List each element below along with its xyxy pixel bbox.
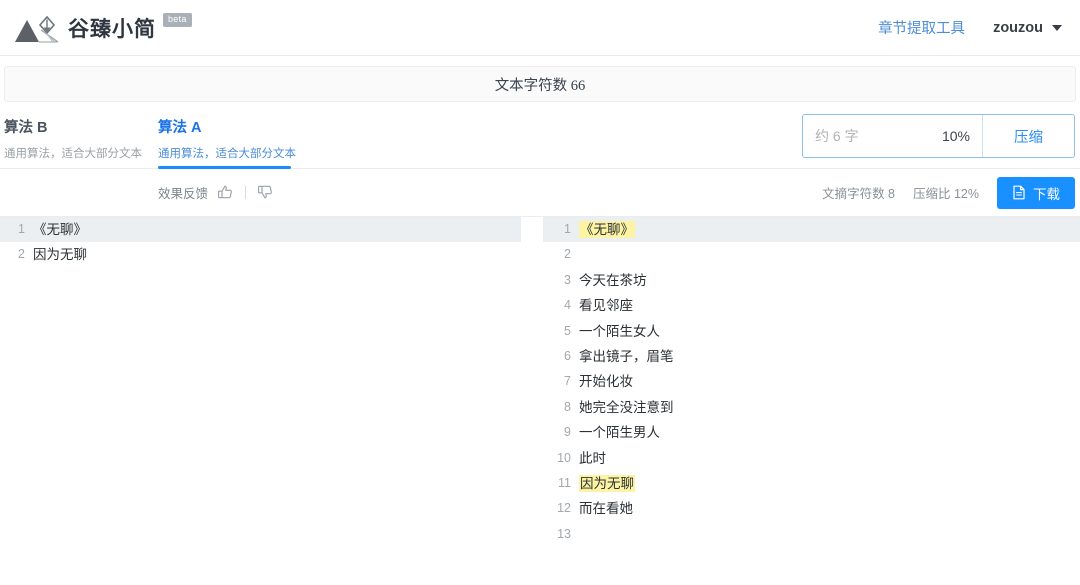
line-number: 11 <box>543 471 579 496</box>
chapter-extract-tool-link[interactable]: 章节提取工具 <box>878 17 965 38</box>
tab-algorithm-b-title: 算法 B <box>4 116 158 137</box>
compression-ratio-value: 10% <box>942 128 970 144</box>
line-text: 拿出镜子，眉笔 <box>579 344 674 369</box>
line-number: 10 <box>543 446 579 471</box>
code-line[interactable]: 10此时 <box>543 446 1080 471</box>
line-text: 一个陌生男人 <box>579 420 660 445</box>
editor-panes: 1《无聊》2因为无聊 1《无聊》23今天在茶坊4看见邻座5一个陌生女人6拿出镜子… <box>0 217 1080 562</box>
line-text: 今天在茶坊 <box>579 268 647 293</box>
source-line-list: 1《无聊》2因为无聊 <box>0 217 521 268</box>
line-number: 13 <box>543 522 579 547</box>
line-number: 8 <box>543 395 579 420</box>
summary-line-list: 1《无聊》23今天在茶坊4看见邻座5一个陌生女人6拿出镜子，眉笔7开始化妆8她完… <box>543 217 1080 547</box>
line-text: 因为无聊 <box>33 242 87 267</box>
line-text: 《无聊》 <box>33 217 87 242</box>
line-text: 看见邻座 <box>579 293 633 318</box>
text-count-bar-wrap: 文本字符数 66 <box>0 56 1080 102</box>
line-number: 1 <box>543 217 579 242</box>
line-text: 《无聊》 <box>579 217 635 242</box>
line-number: 2 <box>543 242 579 267</box>
feedback-divider <box>245 186 246 199</box>
user-menu[interactable]: zouzou <box>993 20 1062 36</box>
line-number: 2 <box>0 242 33 267</box>
line-text: 因为无聊 <box>579 471 635 496</box>
app-header: 谷臻小简 beta 章节提取工具 zouzou <box>0 0 1080 56</box>
download-button[interactable]: 下载 <box>997 177 1075 209</box>
mountain-pen-logo-icon <box>14 11 60 45</box>
brand-name: 谷臻小简 <box>68 13 156 43</box>
thumb-down-icon[interactable] <box>257 184 274 201</box>
line-number: 5 <box>543 319 579 344</box>
abstract-char-count: 文摘字符数 8 <box>822 183 895 202</box>
download-button-label: 下载 <box>1033 183 1060 203</box>
code-line[interactable]: 12而在看她 <box>543 496 1080 521</box>
thumb-up-icon[interactable] <box>217 184 234 201</box>
tab-algorithm-a-subtitle: 通用算法，适合大部分文本 <box>158 145 316 161</box>
source-text-pane[interactable]: 1《无聊》2因为无聊 <box>0 217 521 562</box>
line-number: 7 <box>543 369 579 394</box>
code-line[interactable]: 1《无聊》 <box>543 217 1080 242</box>
compression-ratio-placeholder: 约 6 字 <box>815 126 859 146</box>
highlighted-text: 因为无聊 <box>579 475 635 492</box>
tab-algorithm-a-title: 算法 A <box>158 116 316 137</box>
beta-badge: beta <box>163 13 192 27</box>
header-right: 章节提取工具 zouzou <box>878 17 1062 38</box>
code-line[interactable]: 11因为无聊 <box>543 471 1080 496</box>
code-line[interactable]: 2因为无聊 <box>0 242 521 267</box>
line-number: 6 <box>543 344 579 369</box>
brand: 谷臻小简 beta <box>14 11 192 45</box>
pane-divider <box>521 217 543 562</box>
tab-algorithm-b-subtitle: 通用算法，适合大部分文本 <box>4 145 158 161</box>
line-number: 1 <box>0 217 33 242</box>
action-row-right: 文摘字符数 8 压缩比 12% 下载 <box>822 177 1075 209</box>
document-icon <box>1012 185 1026 200</box>
feedback-label: 效果反馈 <box>158 183 208 202</box>
code-line[interactable]: 9一个陌生男人 <box>543 420 1080 445</box>
compression-ratio-stat: 压缩比 12% <box>913 183 979 202</box>
line-text: 此时 <box>579 446 606 471</box>
code-line[interactable]: 7开始化妆 <box>543 369 1080 394</box>
code-line[interactable]: 4看见邻座 <box>543 293 1080 318</box>
chevron-down-icon <box>1052 25 1062 31</box>
line-number: 3 <box>543 268 579 293</box>
user-name: zouzou <box>993 20 1043 36</box>
algorithm-tabs-row: 算法 B 通用算法，适合大部分文本 算法 A 通用算法，适合大部分文本 约 6 … <box>0 102 1080 169</box>
line-number: 12 <box>543 496 579 521</box>
code-line[interactable]: 1《无聊》 <box>0 217 521 242</box>
line-text: 她完全没注意到 <box>579 395 674 420</box>
code-line[interactable]: 6拿出镜子，眉笔 <box>543 344 1080 369</box>
code-line[interactable]: 3今天在茶坊 <box>543 268 1080 293</box>
line-number: 4 <box>543 293 579 318</box>
feedback-group: 效果反馈 <box>158 183 274 202</box>
action-row: 效果反馈 文摘字符数 8 压缩比 12% <box>0 169 1080 217</box>
tab-algorithm-b[interactable]: 算法 B 通用算法，适合大部分文本 <box>0 116 158 169</box>
summary-text-pane[interactable]: 1《无聊》23今天在茶坊4看见邻座5一个陌生女人6拿出镜子，眉笔7开始化妆8她完… <box>543 217 1080 562</box>
line-text: 开始化妆 <box>579 369 633 394</box>
code-line[interactable]: 5一个陌生女人 <box>543 319 1080 344</box>
compress-button[interactable]: 压缩 <box>982 115 1074 157</box>
compression-ratio-group: 约 6 字 10% 压缩 <box>802 114 1075 158</box>
line-text: 而在看她 <box>579 496 633 521</box>
text-count-bar: 文本字符数 66 <box>4 66 1076 102</box>
code-line[interactable]: 8她完全没注意到 <box>543 395 1080 420</box>
code-line[interactable]: 2 <box>543 242 1080 267</box>
line-text: 一个陌生女人 <box>579 319 660 344</box>
highlighted-text: 《无聊》 <box>579 221 635 238</box>
compression-ratio-input[interactable]: 约 6 字 10% <box>803 115 982 157</box>
code-line[interactable]: 13 <box>543 522 1080 547</box>
tab-algorithm-a[interactable]: 算法 A 通用算法，适合大部分文本 <box>158 116 316 169</box>
line-number: 9 <box>543 420 579 445</box>
